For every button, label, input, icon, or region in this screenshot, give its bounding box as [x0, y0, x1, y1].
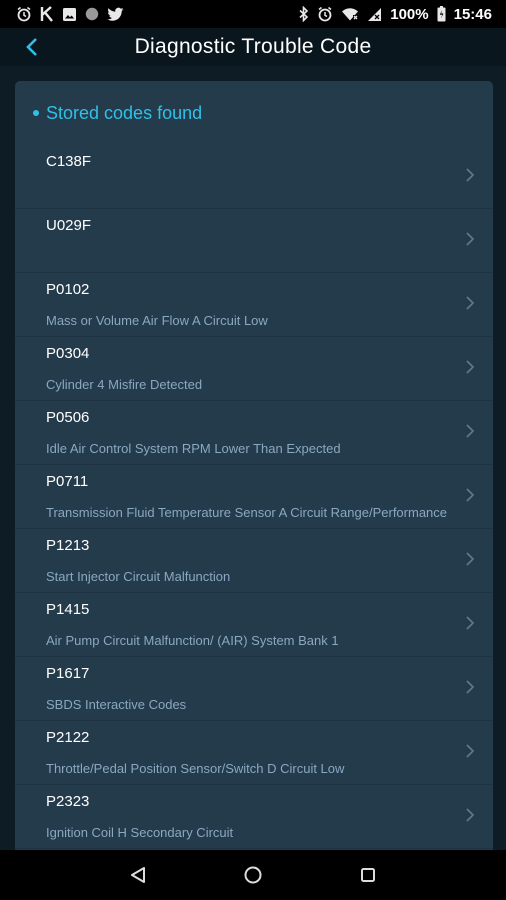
code-list-item[interactable]: C138F — [15, 145, 493, 209]
chevron-right-icon — [466, 488, 475, 502]
card-heading: Stored codes found — [46, 102, 203, 123]
home-circle-icon — [244, 866, 262, 884]
code-list: C138F U029F P0102 Mass or Volume Air Flow A… — [15, 145, 493, 849]
nav-back-button[interactable] — [118, 855, 158, 895]
chevron-right-icon — [466, 680, 475, 694]
chevron-right-icon — [466, 552, 475, 566]
nav-recents-button[interactable] — [348, 855, 388, 895]
circle-icon — [85, 7, 99, 21]
status-bar: 100% 15:46 — [0, 0, 506, 28]
code-list-item[interactable]: P0711 Transmission Fluid Temperature Sens… — [15, 465, 493, 529]
code-list-item[interactable]: P1617 SBDS Interactive Codes — [15, 657, 493, 721]
chevron-left-icon — [26, 38, 37, 56]
status-right-icons: 100% 15:46 — [298, 6, 492, 23]
signal-icon — [367, 7, 382, 22]
chevron-right-icon — [466, 424, 475, 438]
alarm-icon — [16, 6, 32, 22]
clock: 15:46 — [453, 5, 492, 23]
code-list-item[interactable]: P0506 Idle Air Control System RPM Lower T… — [15, 401, 493, 465]
image-icon — [62, 7, 77, 22]
trouble-code: P1617 — [46, 665, 90, 682]
trouble-code: P2122 — [46, 729, 90, 746]
trouble-code: P1213 — [46, 537, 90, 554]
trouble-code-description: Air Pump Circuit Malfunction/ (AIR) Syst… — [46, 633, 339, 648]
trouble-code-description: SBDS Interactive Codes — [46, 697, 187, 712]
trouble-code-description: Ignition Coil H Secondary Circuit — [46, 825, 234, 840]
alarm-icon — [317, 6, 333, 22]
nav-home-button[interactable] — [233, 855, 273, 895]
wifi-icon — [341, 7, 359, 21]
chevron-right-icon — [466, 744, 475, 758]
trouble-code: P0304 — [46, 345, 90, 362]
back-triangle-icon — [130, 867, 145, 883]
status-left-icons — [16, 6, 124, 22]
trouble-code: U029F — [46, 217, 92, 234]
chevron-right-icon — [466, 168, 475, 182]
trouble-code-description: Mass or Volume Air Flow A Circuit Low — [46, 313, 268, 328]
twitter-icon — [107, 7, 124, 22]
chevron-right-icon — [466, 232, 475, 246]
row-divider — [15, 848, 493, 849]
app-bar: Diagnostic Trouble Code — [0, 28, 506, 66]
navigation-bar — [0, 850, 506, 900]
code-list-item[interactable]: P1213 Start Injector Circuit Malfunction — [15, 529, 493, 593]
codes-card: Stored codes found C138F U029F P0102 Mass o… — [15, 81, 493, 850]
chevron-right-icon — [466, 616, 475, 630]
card-header: Stored codes found — [15, 81, 493, 145]
bullet-dot-icon — [33, 110, 39, 116]
chevron-right-icon — [466, 808, 475, 822]
code-list-item[interactable]: P0304 Cylinder 4 Misfire Detected — [15, 337, 493, 401]
code-list-item[interactable]: U029F — [15, 209, 493, 273]
trouble-code: P2323 — [46, 793, 90, 810]
trouble-code-description: Cylinder 4 Misfire Detected — [46, 377, 203, 392]
trouble-code: C138F — [46, 153, 92, 170]
battery-percent: 100% — [390, 5, 429, 23]
chevron-right-icon — [466, 360, 475, 374]
trouble-code-description: Throttle/Pedal Position Sensor/Switch D … — [46, 761, 345, 776]
trouble-code: P1415 — [46, 601, 90, 618]
trouble-code: P0506 — [46, 409, 90, 426]
code-list-item[interactable]: P2122 Throttle/Pedal Position Sensor/Swit… — [15, 721, 493, 785]
code-list-item[interactable]: P0102 Mass or Volume Air Flow A Circuit L… — [15, 273, 493, 337]
back-button[interactable] — [18, 33, 46, 61]
code-list-item[interactable]: P2323 Ignition Coil H Secondary Circuit — [15, 785, 493, 849]
k-app-icon — [40, 6, 54, 22]
trouble-code: P0102 — [46, 281, 90, 298]
trouble-code-description: Transmission Fluid Temperature Sensor A … — [46, 505, 448, 520]
trouble-code: P0711 — [46, 473, 89, 490]
recents-square-icon — [361, 868, 376, 882]
page-title: Diagnostic Trouble Code — [134, 35, 372, 58]
chevron-right-icon — [466, 296, 475, 310]
battery-icon — [437, 6, 446, 22]
code-list-item[interactable]: P1415 Air Pump Circuit Malfunction/ (AIR)… — [15, 593, 493, 657]
trouble-code-description: Start Injector Circuit Malfunction — [46, 569, 231, 584]
trouble-code-description: Idle Air Control System RPM Lower Than E… — [46, 441, 341, 456]
bluetooth-icon — [298, 6, 309, 22]
